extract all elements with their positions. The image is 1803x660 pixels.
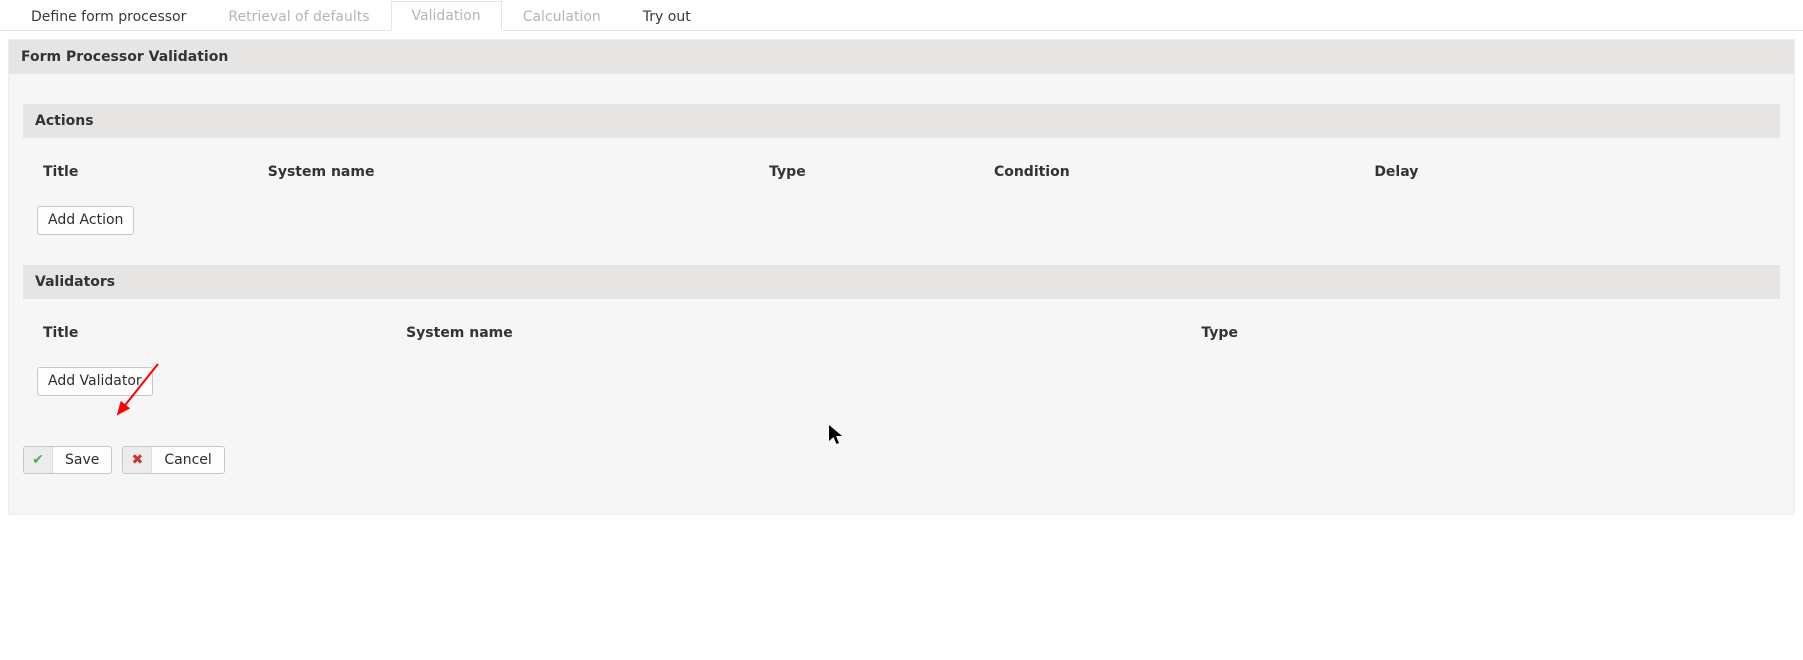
- section-header-validators: Validators: [23, 265, 1780, 299]
- x-icon: ✖: [123, 447, 152, 473]
- save-button[interactable]: ✔ Save: [23, 446, 112, 474]
- add-validator-button[interactable]: Add Validator: [37, 367, 153, 396]
- tab-try-out[interactable]: Try out: [622, 1, 712, 31]
- tab-label: Validation: [412, 8, 481, 24]
- col-title: Title: [37, 317, 400, 361]
- cancel-button[interactable]: ✖ Cancel: [122, 446, 224, 474]
- col-type: Type: [1195, 317, 1766, 361]
- col-system-name: System name: [400, 317, 1195, 361]
- add-action-button[interactable]: Add Action: [37, 206, 134, 235]
- page-title: Form Processor Validation: [9, 40, 1794, 74]
- table-header-row: Title System name Type: [37, 317, 1766, 361]
- footer-buttons: ✔ Save ✖ Cancel: [23, 446, 1780, 474]
- tabs-bar: Define form processor Retrieval of defau…: [0, 0, 1803, 31]
- col-type: Type: [763, 156, 988, 200]
- tab-define-form-processor[interactable]: Define form processor: [10, 1, 207, 31]
- tab-validation[interactable]: Validation: [391, 1, 502, 31]
- col-condition: Condition: [988, 156, 1368, 200]
- tab-label: Calculation: [523, 9, 601, 25]
- section-header-actions: Actions: [23, 104, 1780, 138]
- tab-retrieval-of-defaults[interactable]: Retrieval of defaults: [207, 1, 390, 31]
- col-delay: Delay: [1368, 156, 1766, 200]
- col-title: Title: [37, 156, 262, 200]
- tab-calculation[interactable]: Calculation: [502, 1, 622, 31]
- col-system-name: System name: [262, 156, 763, 200]
- actions-table: Title System name Type Condition Delay: [37, 156, 1766, 200]
- tab-label: Try out: [643, 9, 691, 25]
- validators-table: Title System name Type: [37, 317, 1766, 361]
- content-panel: Form Processor Validation Actions Title …: [8, 39, 1795, 515]
- table-header-row: Title System name Type Condition Delay: [37, 156, 1766, 200]
- validators-table-wrap: Title System name Type: [37, 317, 1766, 361]
- save-button-label: Save: [53, 447, 111, 473]
- tab-label: Define form processor: [31, 9, 186, 25]
- check-icon: ✔: [24, 447, 53, 473]
- tab-label: Retrieval of defaults: [228, 9, 369, 25]
- cancel-button-label: Cancel: [152, 447, 223, 473]
- actions-table-wrap: Title System name Type Condition Delay: [37, 156, 1766, 200]
